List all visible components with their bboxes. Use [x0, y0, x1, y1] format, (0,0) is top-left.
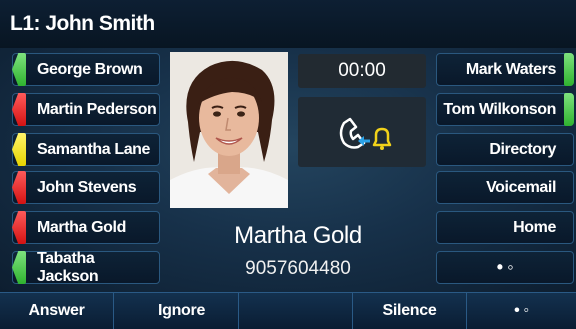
line-key-label: Samantha Lane	[37, 140, 151, 158]
home-button[interactable]: Home	[436, 211, 574, 244]
silence-button[interactable]: Silence	[353, 293, 467, 329]
line-key-george-brown[interactable]: George Brown	[12, 53, 160, 86]
line-key-label: Martha Gold	[37, 218, 126, 236]
title-bar: L1: John Smith	[0, 0, 576, 49]
line-key-mark-waters[interactable]: Mark Waters	[436, 53, 574, 86]
line-key-label: Home	[513, 218, 556, 236]
presence-led	[564, 53, 574, 86]
line-key-label: John Stevens	[37, 178, 137, 196]
caller-number: 9057604480	[245, 258, 351, 279]
line-key-label: Directory	[489, 140, 556, 158]
presence-led	[12, 251, 26, 284]
voicemail-button[interactable]: Voicemail	[436, 171, 574, 204]
more-line-keys-button[interactable]: • ◦	[436, 251, 574, 284]
presence-led	[564, 93, 574, 126]
incoming-call-icon	[339, 117, 392, 150]
caller-avatar-image	[170, 52, 288, 208]
line-key-label: Mark Waters	[465, 60, 557, 78]
line-key-martin-pederson[interactable]: Martin Pederson	[12, 93, 160, 126]
line-key-label: Martin Pederson	[37, 100, 157, 118]
softkey-empty[interactable]	[239, 293, 353, 329]
line-key-tabatha-jackson[interactable]: Tabatha Jackson	[12, 249, 160, 285]
line-key-martha-gold[interactable]: Martha Gold	[12, 211, 160, 244]
line-key-label: Tabatha Jackson	[37, 249, 99, 285]
directory-button[interactable]: Directory	[436, 133, 574, 166]
call-timer: 00:00	[298, 54, 426, 88]
caller-name: Martha Gold	[234, 222, 362, 249]
presence-led	[12, 171, 26, 204]
more-softkeys-button[interactable]: • ◦	[467, 293, 576, 329]
line-key-label: Voicemail	[486, 178, 556, 196]
presence-led	[12, 211, 26, 244]
line-key-tom-wilkonson[interactable]: Tom Wilkonson	[436, 93, 574, 126]
page-indicator: • ◦	[496, 257, 514, 277]
answer-button[interactable]: Answer	[0, 293, 114, 329]
softkey-bar: Answer Ignore Silence • ◦	[0, 292, 576, 329]
presence-led	[12, 133, 26, 166]
call-state-panel	[298, 97, 426, 167]
line-key-john-stevens[interactable]: John Stevens	[12, 171, 160, 204]
ignore-button[interactable]: Ignore	[125, 293, 239, 329]
line-key-label: Tom Wilkonson	[443, 100, 556, 118]
line-key-label: George Brown	[37, 60, 143, 78]
presence-led	[12, 53, 26, 86]
caller-photo	[170, 52, 288, 208]
line-title: L1: John Smith	[10, 12, 155, 35]
line-key-samantha-lane[interactable]: Samantha Lane	[12, 133, 160, 166]
presence-led	[12, 93, 26, 126]
